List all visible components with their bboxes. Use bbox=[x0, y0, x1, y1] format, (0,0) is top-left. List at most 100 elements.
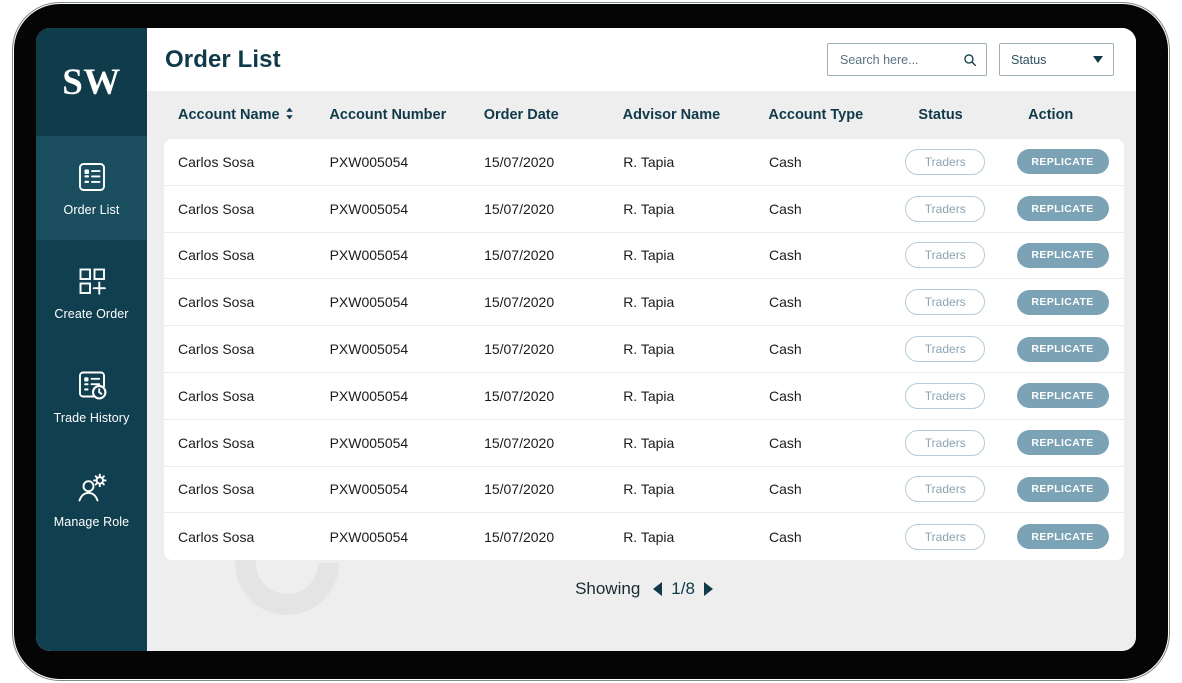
cell-account-name: Carlos Sosa bbox=[178, 481, 255, 498]
table-row: Carlos Sosa PXW005054 15/07/2020 R. Tapia Ca… bbox=[164, 326, 1124, 373]
replicate-button[interactable]: REPLICATE bbox=[1016, 242, 1109, 268]
cell-action: REPLICATE bbox=[1016, 149, 1124, 175]
column-header-account-name[interactable]: Account Name bbox=[164, 107, 329, 124]
sidebar-item-label: Trade History bbox=[53, 410, 130, 425]
cell-account-name: Carlos Sosa bbox=[178, 294, 255, 311]
status-badge[interactable]: Traders bbox=[905, 242, 986, 269]
replicate-button[interactable]: REPLICATE bbox=[1016, 430, 1109, 456]
cell-account-name: Carlos Sosa bbox=[178, 528, 255, 545]
cell-order-date: 15/07/2020 bbox=[484, 434, 555, 451]
cell-account-type: Cash bbox=[769, 247, 802, 264]
cell-account-type: Cash bbox=[769, 528, 802, 545]
cell-action: REPLICATE bbox=[1016, 242, 1124, 268]
cell-advisor-name: R. Tapia bbox=[623, 247, 675, 264]
cell-account-name: Carlos Sosa bbox=[178, 434, 255, 451]
table-row: Carlos Sosa PXW005054 15/07/2020 R. Tapia Ca… bbox=[164, 467, 1124, 514]
cell-status: Traders bbox=[905, 429, 1016, 456]
sidebar-item-manage-role[interactable]: Manage Role bbox=[36, 448, 147, 552]
cell-advisor-name: R. Tapia bbox=[623, 387, 675, 404]
document-clock-icon bbox=[75, 368, 109, 402]
status-badge[interactable]: Traders bbox=[905, 382, 986, 409]
pagination: Showing 1/8 bbox=[164, 560, 1124, 618]
status-badge[interactable]: Traders bbox=[905, 336, 986, 363]
cell-order-date: 15/07/2020 bbox=[484, 481, 555, 498]
cell-account-number: PXW005054 bbox=[329, 294, 409, 311]
cell-status: Traders bbox=[905, 242, 1016, 269]
triangle-left-icon[interactable] bbox=[653, 582, 663, 597]
replicate-button[interactable]: REPLICATE bbox=[1016, 524, 1109, 550]
pagination-controls: 1/8 bbox=[653, 579, 713, 599]
pagination-label: Showing bbox=[575, 579, 641, 599]
cell-status: Traders bbox=[905, 195, 1016, 222]
replicate-button[interactable]: REPLICATE bbox=[1016, 149, 1109, 175]
cell-account-type: Cash bbox=[769, 341, 802, 358]
status-badge[interactable]: Traders bbox=[905, 195, 986, 222]
sidebar-item-create-order[interactable]: Create Order bbox=[36, 240, 147, 344]
cell-account-name: Carlos Sosa bbox=[178, 247, 255, 264]
cell-advisor-name: R. Tapia bbox=[623, 434, 675, 451]
table-row: Carlos Sosa PXW005054 15/07/2020 R. Tapia Ca… bbox=[164, 420, 1124, 467]
replicate-button[interactable]: REPLICATE bbox=[1016, 289, 1109, 315]
grid-plus-icon bbox=[75, 264, 109, 298]
cell-status: Traders bbox=[905, 148, 1016, 175]
status-filter-select[interactable]: Status bbox=[999, 43, 1114, 76]
column-header-action: Action bbox=[1028, 107, 1074, 123]
sidebar-item-trade-history[interactable]: Trade History bbox=[36, 344, 147, 448]
cell-status: Traders bbox=[905, 382, 1016, 409]
replicate-button[interactable]: REPLICATE bbox=[1016, 476, 1109, 502]
cell-action: REPLICATE bbox=[1016, 336, 1124, 362]
replicate-button[interactable]: REPLICATE bbox=[1016, 336, 1109, 362]
replicate-button[interactable]: REPLICATE bbox=[1016, 196, 1109, 222]
brand-logo-text: SW bbox=[62, 61, 121, 103]
cell-account-number: PXW005054 bbox=[329, 341, 409, 358]
cell-account-type: Cash bbox=[769, 294, 802, 311]
top-bar: Order List Status bbox=[147, 28, 1136, 91]
cell-action: REPLICATE bbox=[1016, 196, 1124, 222]
search-icon[interactable] bbox=[963, 53, 977, 67]
page-title: Order List bbox=[165, 45, 281, 73]
search-input[interactable] bbox=[838, 51, 963, 68]
cell-account-number: PXW005054 bbox=[329, 153, 409, 170]
triangle-right-icon[interactable] bbox=[703, 582, 713, 597]
sidebar-item-label: Order List bbox=[63, 202, 120, 217]
cell-account-number: PXW005054 bbox=[329, 528, 409, 545]
cell-order-date: 15/07/2020 bbox=[484, 247, 555, 264]
sidebar-item-label: Create Order bbox=[54, 306, 129, 321]
order-table: Carlos Sosa PXW005054 15/07/2020 R. Tapia Ca… bbox=[164, 139, 1124, 561]
search-box[interactable] bbox=[827, 43, 987, 76]
column-header-order-date: Order Date bbox=[483, 107, 559, 123]
status-badge[interactable]: Traders bbox=[905, 523, 986, 550]
table-header: Account Name Account Number Order Date A… bbox=[164, 91, 1124, 139]
brand-logo: SW bbox=[36, 28, 147, 136]
status-badge[interactable]: Traders bbox=[905, 289, 986, 316]
cell-account-number: PXW005054 bbox=[329, 434, 409, 451]
pagination-page-indicator: 1/8 bbox=[671, 579, 695, 599]
app-screen: SW Order List Create Order Trade History… bbox=[36, 28, 1136, 651]
sort-arrows-icon[interactable] bbox=[285, 107, 294, 124]
cell-order-date: 15/07/2020 bbox=[484, 200, 555, 217]
cell-advisor-name: R. Tapia bbox=[623, 294, 675, 311]
cell-account-number: PXW005054 bbox=[329, 200, 409, 217]
sidebar-item-order-list[interactable]: Order List bbox=[36, 136, 147, 240]
cell-advisor-name: R. Tapia bbox=[623, 528, 675, 545]
status-badge[interactable]: Traders bbox=[905, 148, 986, 175]
replicate-button[interactable]: REPLICATE bbox=[1016, 383, 1109, 409]
status-badge[interactable]: Traders bbox=[905, 429, 986, 456]
cell-order-date: 15/07/2020 bbox=[484, 341, 555, 358]
cell-advisor-name: R. Tapia bbox=[623, 341, 675, 358]
cell-order-date: 15/07/2020 bbox=[484, 294, 555, 311]
status-badge[interactable]: Traders bbox=[905, 476, 986, 503]
cell-action: REPLICATE bbox=[1016, 289, 1124, 315]
cell-account-type: Cash bbox=[769, 200, 802, 217]
cell-advisor-name: R. Tapia bbox=[623, 200, 675, 217]
cell-account-type: Cash bbox=[769, 387, 802, 404]
cell-status: Traders bbox=[905, 476, 1016, 503]
cell-account-name: Carlos Sosa bbox=[178, 387, 255, 404]
cell-account-type: Cash bbox=[769, 481, 802, 498]
table-row: Carlos Sosa PXW005054 15/07/2020 R. Tapia Ca… bbox=[164, 373, 1124, 420]
cell-advisor-name: R. Tapia bbox=[623, 481, 675, 498]
table-row: Carlos Sosa PXW005054 15/07/2020 R. Tapia Ca… bbox=[164, 186, 1124, 233]
column-header-advisor-name: Advisor Name bbox=[622, 107, 721, 123]
cell-account-type: Cash bbox=[769, 153, 802, 170]
